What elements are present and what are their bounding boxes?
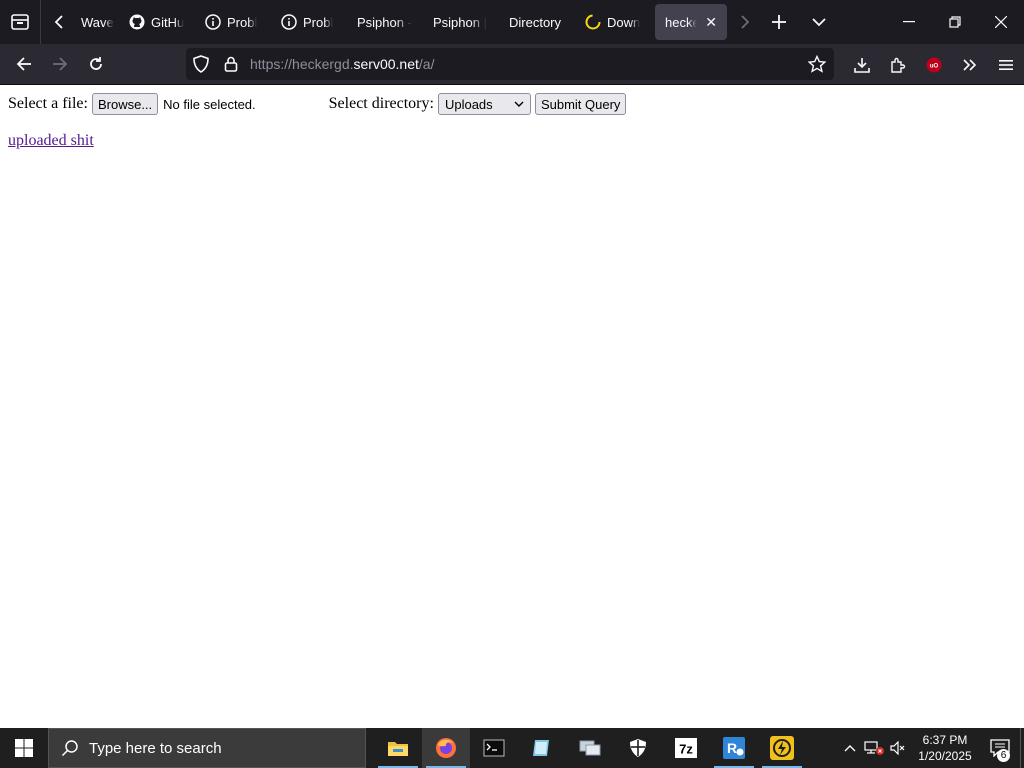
tab-label: Probl [303,14,334,30]
svg-text:R: R [727,740,737,756]
notification-center-icon[interactable]: 6 [980,728,1020,768]
file-status: No file selected. [163,96,256,112]
7zip-icon[interactable]: 7z [662,728,710,768]
system-tray: 6:37 PM 1/20/2025 6 [838,728,1024,768]
loading-spinner-icon [585,14,601,30]
github-icon [129,14,145,30]
volume-muted-icon[interactable] [886,728,910,768]
chevron-down-icon [514,101,524,107]
file-explorer-icon[interactable] [374,728,422,768]
url-subdomain: heckergd. [292,56,354,72]
extensions-icon[interactable] [880,49,916,81]
search-placeholder: Type here to search [89,739,222,757]
directory-selected-value: Uploads [444,96,493,112]
tracking-protection-shield-icon[interactable] [186,55,216,73]
tab-label: hecker [665,14,698,30]
browse-button[interactable]: Browse... [91,93,159,115]
tab-label: Psiphon | [433,14,487,30]
toolbar-right: uO [844,44,1024,85]
tab-label: Psiphon - [357,14,412,30]
url-prefix: https:// [250,56,293,72]
url-path: /a/ [418,56,435,72]
clock-date: 1/20/2025 [918,749,972,763]
info-icon [281,14,297,30]
show-desktop-button[interactable] [1020,728,1024,768]
url-text[interactable]: https://heckergd.serv00.net/a/ [250,56,434,72]
windows-security-icon[interactable] [614,728,662,768]
network-disconnected-icon[interactable] [862,728,886,768]
address-bar[interactable]: https://heckergd.serv00.net/a/ [186,48,834,80]
directory-select[interactable]: Uploads [437,93,531,115]
ublock-origin-icon[interactable]: uO [916,49,952,81]
tab-psiphon-1[interactable]: Psiphon - [347,4,423,40]
clock-time: 6:37 PM [922,733,968,747]
scroll-tabs-left-icon[interactable] [41,0,77,44]
new-tab-icon[interactable] [759,0,799,44]
rstudio-icon[interactable]: R [710,728,758,768]
windows-start-icon[interactable] [0,728,48,768]
tab-label: GitHu [151,14,185,30]
windows-taskbar: Type here to search 7z R 6:37 PM 1/20/20… [0,728,1024,768]
bookmark-star-icon[interactable] [802,55,832,73]
notepad-icon[interactable] [518,728,566,768]
tab-label: Wave [81,14,114,30]
more-tools-chevron-icon[interactable] [952,49,988,81]
close-tab-icon[interactable]: ✕ [705,14,717,31]
taskbar-search-box[interactable]: Type here to search [48,728,366,768]
hamburger-menu-icon[interactable] [988,49,1024,81]
tab-strip: Wave GitHu Probl Probl Psiphon - Psiphon… [0,0,1024,44]
submit-query-button[interactable]: Submit Query [534,93,627,115]
page-content: Select a file: Browse... No file selecte… [0,85,1024,728]
url-domain: serv00.net [353,56,419,72]
tab-psiphon-2[interactable]: Psiphon | [423,4,499,40]
notification-count-badge: 6 [997,749,1010,762]
remote-desktop-icon[interactable] [566,728,614,768]
search-icon [61,740,78,757]
minimize-icon[interactable] [886,0,932,44]
directory-label: Select directory: [328,95,434,112]
tab-label: Directory [509,14,562,30]
show-hidden-icons-chevron-icon[interactable] [838,728,862,768]
tab-directory[interactable]: Directory [499,4,575,40]
list-all-tabs-icon[interactable] [799,0,839,44]
tab-label: Probl [227,14,258,30]
tab-heckergd[interactable]: hecker ✕ [655,4,727,40]
reload-icon[interactable] [78,48,114,80]
restore-icon[interactable] [932,0,978,44]
back-icon[interactable] [6,48,42,80]
tab-github[interactable]: GitHu [119,4,195,40]
svg-text:uO: uO [930,63,939,69]
close-window-icon[interactable] [978,0,1024,44]
firefox-icon[interactable] [422,728,470,768]
downloads-icon[interactable] [844,49,880,81]
forward-icon[interactable] [42,48,78,80]
file-label: Select a file: [8,95,88,112]
info-icon [205,14,221,30]
tab-wave[interactable]: Wave [77,4,119,40]
scroll-tabs-right-icon[interactable] [731,0,759,44]
tab-label: Down [607,14,641,30]
upload-form: Select a file: Browse... No file selecte… [8,93,627,115]
firefox-view-icon[interactable] [0,0,40,44]
terminal-icon[interactable] [470,728,518,768]
psiphon-icon[interactable] [758,728,806,768]
lock-icon[interactable] [216,56,246,72]
tab-download[interactable]: Down [575,4,651,40]
svg-text:7z: 7z [679,742,693,757]
tab-problem-1[interactable]: Probl [195,4,271,40]
navigation-toolbar: https://heckergd.serv00.net/a/ uO [0,44,1024,85]
clock[interactable]: 6:37 PM 1/20/2025 [910,732,980,764]
uploaded-files-link[interactable]: uploaded shit [8,132,94,150]
tab-problem-2[interactable]: Probl [271,4,347,40]
